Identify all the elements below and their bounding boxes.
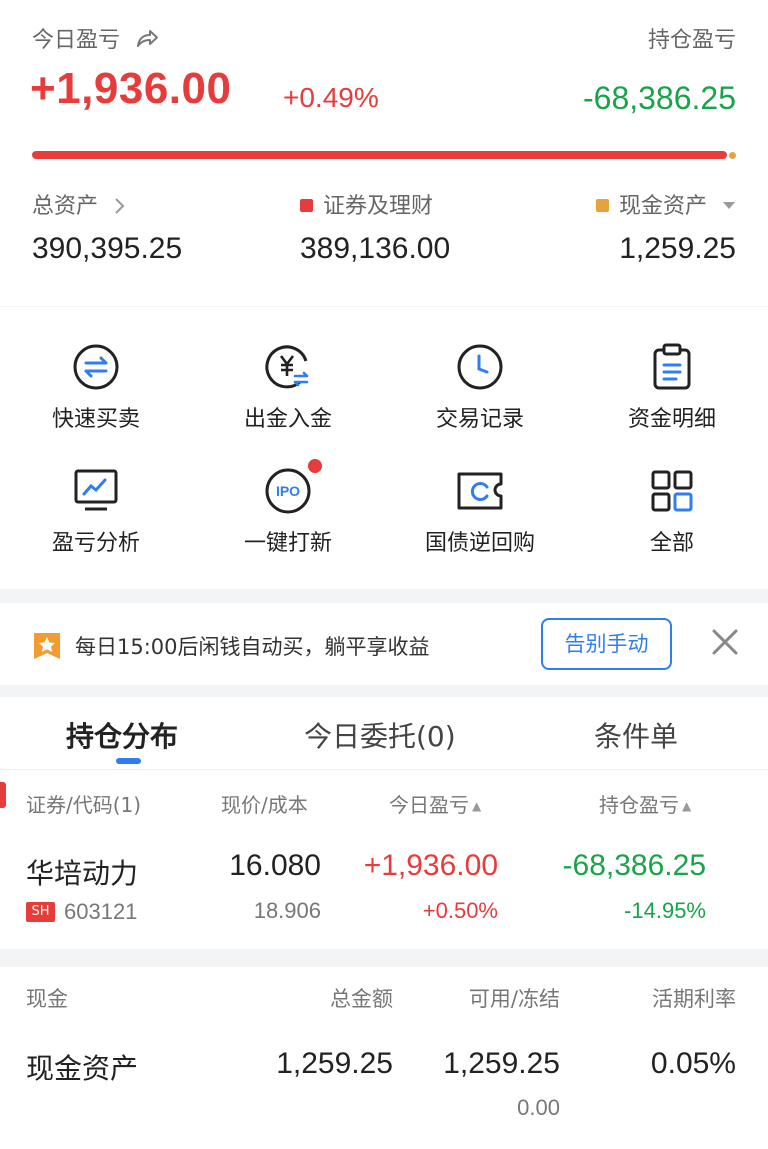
cash-label: 现金资产 [618, 194, 707, 219]
tab-conditional-orders[interactable]: 条件单 [594, 715, 678, 755]
securities-legend-swatch [300, 199, 313, 212]
security-code: 603121 [64, 899, 138, 924]
current-price: 16.080 [229, 849, 321, 882]
menu-label: 全部 [649, 531, 694, 556]
clock-icon [454, 341, 506, 393]
menu-label: 出金入金 [243, 407, 332, 432]
cash-rate: 0.05% [650, 1047, 736, 1080]
active-tab-indicator [116, 758, 141, 764]
star-badge-icon [34, 633, 60, 659]
today-pl-pct: +0.50% [422, 898, 498, 923]
position-pl-pct: -14.95% [624, 898, 706, 923]
cash-assets-value: 1,259.25 [619, 232, 736, 265]
today-pl-value: +1,936.00 [30, 64, 232, 113]
ticket-icon [454, 465, 506, 517]
total-assets-value: 390,395.25 [32, 232, 183, 265]
security-name: 华培动力 [26, 857, 139, 890]
menu-deposit-withdraw[interactable]: 出金入金 [192, 341, 384, 433]
col-header-label: 持仓盈亏 [599, 793, 679, 817]
position-pl-amount: -68,386.25 [562, 849, 706, 882]
col-header-cash: 现金 [26, 987, 68, 1011]
menu-quick-trade[interactable]: 快速买卖 [0, 341, 192, 433]
cash-legend-swatch [595, 199, 609, 212]
cash-panel: 现金 总金额 可用/冻结 活期利率 现金资产 1,259.25 1,259.25… [0, 967, 768, 1149]
menu-label: 快速买卖 [51, 407, 140, 432]
tab-today-orders[interactable]: 今日委托(0) [304, 715, 456, 755]
cash-legend[interactable]: 现金资产 [595, 188, 736, 220]
position-pl-value: -68,386.25 [582, 80, 736, 116]
yuan-transfer-icon [262, 341, 314, 393]
clipboard-icon [646, 341, 698, 393]
menu-trade-records[interactable]: 交易记录 [384, 341, 576, 433]
menu-label: 国债逆回购 [424, 531, 535, 556]
market-badge: SH [26, 902, 55, 922]
securities-label: 证券及理财 [323, 194, 434, 219]
sort-icon: ▲︎ [682, 799, 692, 813]
today-pl-percent: +0.49% [283, 82, 379, 113]
chart-monitor-icon [70, 465, 122, 517]
swap-icon [70, 341, 122, 393]
grid-icon [646, 465, 698, 517]
cost-price: 18.906 [253, 898, 321, 923]
menu-pl-analysis[interactable]: 盈亏分析 [0, 465, 192, 557]
share-icon[interactable] [135, 28, 159, 50]
promo-action-button[interactable]: 告别手动 [541, 618, 672, 670]
chevron-right-icon [115, 198, 125, 214]
col-header-position-pl[interactable]: 持仓盈亏 ▲︎ [599, 789, 691, 818]
col-header-security: 证券/代码(1) [26, 793, 142, 817]
menu-fund-details[interactable]: 资金明细 [576, 341, 768, 433]
svg-text:IPO: IPO [276, 483, 300, 499]
menu-ipo[interactable]: IPO 一键打新 [192, 459, 384, 557]
menu-label: 交易记录 [435, 407, 524, 432]
menu-reverse-repo[interactable]: 国债逆回购 [384, 465, 576, 557]
cash-total: 1,259.25 [276, 1047, 393, 1080]
menu-all[interactable]: 全部 [576, 465, 768, 557]
caret-down-icon [723, 202, 735, 209]
col-header-price-cost: 现价/成本 [221, 793, 308, 817]
cash-available: 1,259.25 [443, 1047, 560, 1080]
position-pl-label: 持仓盈亏 [647, 28, 736, 53]
tab-positions[interactable]: 持仓分布 [66, 715, 178, 755]
quick-menu: 快速买卖 出金入金 交易记录 资金明细 盈亏分析 IPO 一键打新 国债逆回购 … [0, 307, 768, 589]
account-summary: 今日盈亏 持仓盈亏 +1,936.00 +0.49% -68,386.25 总资… [0, 0, 768, 306]
total-assets-link[interactable]: 总资产 [32, 188, 125, 220]
promo-text: 每日15:00后闲钱自动买，躺平享收益 [75, 635, 430, 659]
menu-label: 资金明细 [627, 407, 716, 432]
col-header-total: 总金额 [330, 987, 393, 1011]
menu-label: 一键打新 [243, 531, 332, 556]
divider [0, 769, 768, 770]
menu-label: 盈亏分析 [51, 531, 140, 556]
securities-value: 389,136.00 [300, 232, 451, 265]
cash-frozen: 0.00 [517, 1095, 560, 1120]
today-pl-label: 今日盈亏 [32, 28, 121, 53]
ipo-icon: IPO [262, 459, 322, 517]
today-pl-amount: +1,936.00 [363, 849, 498, 882]
asset-distribution-bar [32, 151, 727, 159]
securities-legend: 证券及理财 [300, 188, 433, 220]
cash-name: 现金资产 [26, 1052, 139, 1085]
securities-marker [0, 782, 6, 808]
notification-dot [308, 459, 322, 473]
sort-icon: ▲︎ [472, 799, 482, 813]
total-assets-label: 总资产 [32, 194, 99, 219]
close-icon[interactable] [708, 625, 742, 659]
holdings-panel: 持仓分布 今日委托(0) 条件单 证券/代码(1) 现价/成本 今日盈亏 ▲︎ 持… [0, 697, 768, 949]
col-header-rate: 活期利率 [652, 987, 736, 1011]
asset-distribution-cash-marker [729, 152, 736, 159]
col-header-available-frozen: 可用/冻结 [468, 987, 560, 1011]
today-pl-header[interactable]: 今日盈亏 [32, 22, 159, 54]
col-header-today-pl[interactable]: 今日盈亏 ▲︎ [389, 789, 481, 818]
col-header-label: 今日盈亏 [389, 793, 469, 817]
